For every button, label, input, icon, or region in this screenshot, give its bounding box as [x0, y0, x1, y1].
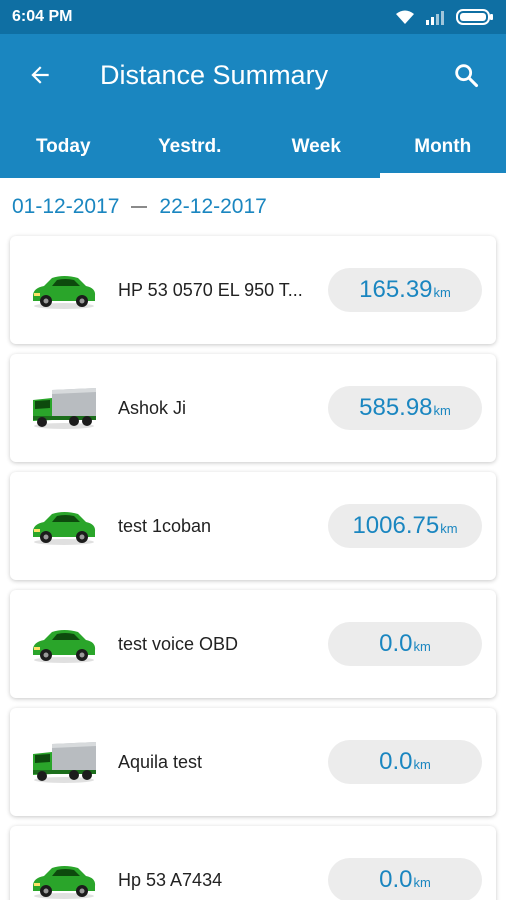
vehicle-card[interactable]: test voice OBD 0.0 km [10, 590, 496, 698]
vehicle-card[interactable]: HP 53 0570 EL 950 T... 165.39 km [10, 236, 496, 344]
distance-unit: km [413, 639, 431, 654]
tab-yesterday[interactable]: Yestrd. [127, 116, 254, 178]
vehicle-card[interactable]: Aquila test 0.0 km [10, 708, 496, 816]
tab-week[interactable]: Week [253, 116, 380, 178]
tab-label: Yestrd. [158, 136, 222, 157]
arrow-back-icon [31, 66, 49, 84]
distance-badge: 165.39 km [328, 268, 482, 312]
distance-unit: km [433, 403, 451, 418]
distance-value: 0.0 [379, 630, 413, 657]
vehicle-card[interactable]: Hp 53 A7434 0.0 km [10, 826, 496, 900]
vehicle-name: test 1coban [118, 515, 212, 536]
car-icon [33, 630, 96, 663]
page-title: Distance Summary [100, 59, 329, 90]
start-date: 01-12-2017 [12, 195, 120, 218]
status-icons [394, 9, 494, 25]
truck-icon [33, 742, 96, 783]
car-icon [33, 276, 96, 309]
distance-badge: 0.0 km [328, 622, 482, 666]
vehicle-name: Ashok Ji [118, 397, 187, 418]
tab-label: Week [291, 136, 341, 157]
car-icon [33, 866, 96, 899]
back-button[interactable] [22, 57, 58, 93]
distance-value: 165.39 [359, 276, 433, 303]
distance-badge: 585.98 km [328, 386, 482, 430]
vehicle-name: Hp 53 A7434 [118, 869, 223, 890]
distance-badge: 0.0 km [328, 858, 482, 900]
wifi-icon [396, 10, 414, 24]
vehicle-name: HP 53 0570 EL 950 T... [118, 279, 303, 300]
vehicle-card[interactable]: test 1coban 1006.75 km [10, 472, 496, 580]
date-separator [131, 206, 148, 208]
distance-unit: km [413, 875, 431, 890]
distance-badge: 1006.75 km [328, 504, 482, 548]
distance-unit: km [440, 521, 458, 536]
tab-label: Today [35, 136, 91, 157]
search-button[interactable] [448, 57, 484, 93]
distance-value: 585.98 [359, 394, 433, 421]
tab-bar: Today Yestrd. Week Month [0, 116, 506, 178]
search-icon [455, 64, 479, 88]
end-date: 22-12-2017 [159, 195, 267, 218]
distance-value: 1006.75 [352, 512, 440, 539]
app-bar: Distance Summary [0, 34, 506, 116]
vehicle-list: HP 53 0570 EL 950 T... 165.39 km Ashok Ji… [0, 236, 506, 900]
distance-value: 0.0 [379, 748, 413, 775]
vehicle-name: Aquila test [118, 751, 203, 772]
vehicle-card[interactable]: Ashok Ji 585.98 km [10, 354, 496, 462]
status-time: 6:04 PM [12, 8, 73, 25]
battery-icon [456, 9, 493, 25]
status-bar: 6:04 PM [0, 0, 506, 34]
tab-month[interactable]: Month [379, 116, 506, 178]
tab-today[interactable]: Today [0, 116, 127, 178]
tab-label: Month [414, 136, 472, 157]
signal-icon [426, 11, 444, 25]
distance-value: 0.0 [379, 866, 413, 893]
distance-unit: km [413, 757, 431, 772]
distance-badge: 0.0 km [328, 740, 482, 784]
vehicle-name: test voice OBD [118, 633, 239, 654]
car-icon [33, 512, 96, 545]
distance-unit: km [433, 285, 451, 300]
truck-icon [33, 388, 96, 429]
date-range[interactable]: 01-12-2017 22-12-2017 [0, 178, 506, 236]
